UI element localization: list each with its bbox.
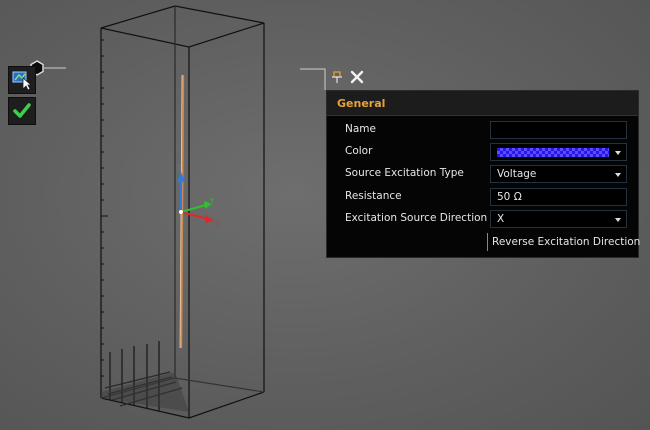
name-label: Name [345, 123, 376, 135]
section-header-general[interactable]: General [327, 91, 638, 116]
color-dropdown[interactable] [490, 143, 627, 161]
side-toolbar [8, 66, 36, 128]
row-source-type: Source Excitation Type Voltage [327, 163, 638, 185]
pin-icon[interactable] [330, 70, 344, 84]
row-direction: Excitation Source Direction X [327, 208, 638, 230]
left-edge-ticks [101, 39, 108, 377]
reverse-direction-button[interactable]: Reverse Excitation Direction [487, 233, 640, 251]
source-type-value: Voltage [497, 168, 537, 180]
direction-value: X [497, 213, 505, 225]
checkmark-icon [13, 103, 31, 118]
axis-label-x: X [216, 220, 221, 228]
color-label: Color [345, 145, 373, 157]
row-name: Name [327, 119, 638, 141]
source-type-dropdown[interactable]: Voltage [490, 165, 627, 183]
source-type-label: Source Excitation Type [345, 167, 464, 179]
close-icon[interactable] [350, 70, 364, 84]
chevron-down-icon [615, 151, 621, 155]
row-resistance: Resistance 50 Ω [327, 186, 638, 208]
axis-label-z: Z [176, 164, 181, 172]
resistance-label: Resistance [345, 190, 402, 202]
panel-header-icons [330, 70, 364, 84]
resistance-field[interactable]: 50 Ω [490, 188, 627, 206]
chevron-down-icon [615, 173, 621, 177]
select-edit-icon [12, 71, 33, 91]
select-edit-button[interactable] [8, 66, 36, 94]
properties-panel: General Name Color Source Excitation Typ… [326, 90, 640, 258]
confirm-button[interactable] [8, 97, 36, 125]
name-field[interactable] [490, 121, 627, 139]
axis-label-y: Y [209, 197, 215, 205]
direction-dropdown[interactable]: X [490, 210, 627, 228]
section-title: General [337, 96, 386, 110]
color-swatch [497, 148, 609, 157]
chevron-down-icon [615, 218, 621, 222]
row-color: Color [327, 141, 638, 163]
direction-label: Excitation Source Direction [345, 212, 488, 224]
panel-leader-line [300, 68, 326, 90]
